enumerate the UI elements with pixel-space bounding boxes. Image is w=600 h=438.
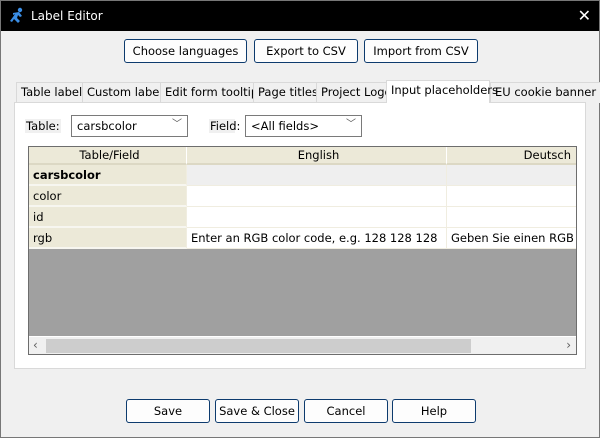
table-row[interactable]: rgb Enter an RGB color code, e.g. 128 12… <box>29 228 576 249</box>
close-icon[interactable]: ✕ <box>578 6 591 25</box>
window-title: Label Editor <box>31 9 103 23</box>
help-button[interactable]: Help <box>392 399 476 423</box>
table-label: Table: <box>25 119 61 133</box>
chevron-down-icon: ﹀ <box>172 119 182 130</box>
chevron-down-icon: ﹀ <box>346 119 356 130</box>
choose-languages-button[interactable]: Choose languages <box>124 39 247 63</box>
cancel-button[interactable]: Cancel <box>304 399 388 423</box>
deutsch-cell[interactable] <box>447 165 576 186</box>
deutsch-cell[interactable] <box>447 186 576 207</box>
save-button[interactable]: Save <box>126 399 210 423</box>
table-row[interactable]: carsbcolor <box>29 165 576 186</box>
import-csv-button[interactable]: Import from CSV <box>364 39 478 63</box>
table-select[interactable]: carsbcolor ﹀ <box>71 115 188 137</box>
scroll-right-icon[interactable]: › <box>566 337 571 354</box>
labels-grid[interactable]: Table/Field English Deutsch carsbcolor c… <box>28 146 577 355</box>
row-name: rgb <box>29 228 187 249</box>
deutsch-cell[interactable] <box>447 207 576 228</box>
label-editor-window: Label Editor ✕ Choose languages Export t… <box>0 0 600 438</box>
save-close-button[interactable]: Save & Close <box>215 399 299 423</box>
deutsch-cell[interactable]: Geben Sie einen RGB <box>447 228 576 249</box>
scroll-left-icon[interactable]: ‹ <box>33 337 38 354</box>
scrollbar-thumb[interactable] <box>46 339 471 353</box>
english-cell[interactable] <box>187 165 447 186</box>
field-select-value: <All fields> <box>251 119 319 133</box>
tab-project-logo[interactable]: Project Logo <box>316 82 397 103</box>
field-select[interactable]: <All fields> ﹀ <box>245 115 362 137</box>
field-label: Field: <box>209 119 241 133</box>
export-csv-button[interactable]: Export to CSV <box>254 39 358 63</box>
table-select-value: carsbcolor <box>77 119 137 133</box>
column-header-deutsch[interactable]: Deutsch <box>447 147 576 165</box>
column-header-english[interactable]: English <box>187 147 447 165</box>
row-name: color <box>29 186 187 207</box>
row-name: carsbcolor <box>29 165 187 186</box>
english-cell[interactable] <box>187 207 447 228</box>
tab-eu-cookie-banner[interactable]: EU cookie banner <box>490 82 600 103</box>
running-man-icon <box>9 7 25 27</box>
table-row[interactable]: id <box>29 207 576 228</box>
table-row[interactable]: color <box>29 186 576 207</box>
tab-input-placeholders[interactable]: Input placeholders <box>386 80 498 103</box>
row-name: id <box>29 207 187 228</box>
english-cell[interactable] <box>187 186 447 207</box>
title-bar: Label Editor ✕ <box>1 1 599 31</box>
column-header-table-field[interactable]: Table/Field <box>29 147 187 165</box>
tab-page-titles[interactable]: Page titles <box>253 82 323 103</box>
horizontal-scrollbar[interactable]: ‹ › <box>29 336 576 354</box>
english-cell[interactable]: Enter an RGB color code, e.g. 128 128 12… <box>187 228 447 249</box>
